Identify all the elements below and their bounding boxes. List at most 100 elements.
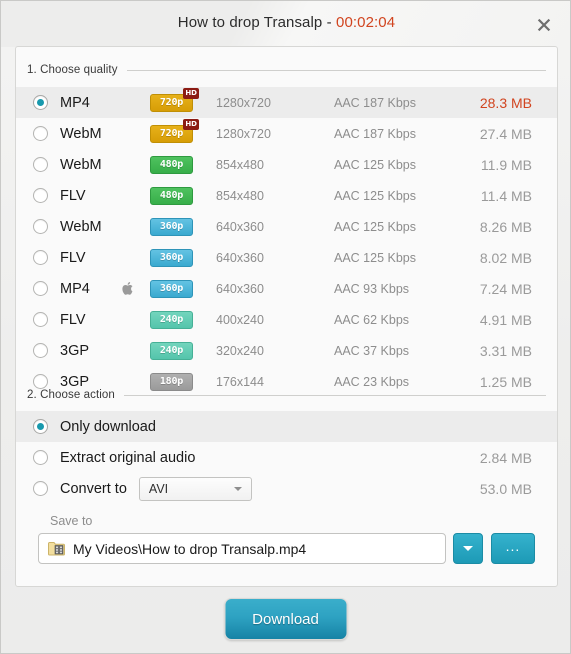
quality-format: 3GP (60, 373, 90, 390)
quality-radio[interactable] (33, 126, 48, 141)
quality-audio: AAC 125 Kbps (334, 157, 416, 172)
quality-format: MP4 (60, 280, 90, 297)
quality-radio[interactable] (33, 374, 48, 389)
quality-format: WebM (60, 156, 102, 173)
quality-list: MP4 720p HD 1280x720 AAC 187 Kbps 28.3 MB WebM… (16, 87, 557, 397)
quality-badge-slot: 480p (150, 186, 216, 205)
action-radio[interactable] (33, 419, 48, 434)
window-title-text: How to drop Transalp - (177, 14, 336, 31)
hd-tag: HD (183, 118, 199, 130)
quality-audio: AAC 125 Kbps (334, 219, 416, 234)
quality-radio[interactable] (33, 219, 48, 234)
quality-badge-label: 360p (159, 251, 184, 263)
quality-radio[interactable] (33, 157, 48, 172)
action-row[interactable]: Extract original audio 2.84 MB (16, 442, 557, 473)
quality-row[interactable]: MP4 360p 640x360 AAC 93 Kbps 7.24 MB (16, 273, 557, 304)
action-label: Convert to (60, 480, 127, 497)
chevron-down-icon (463, 546, 473, 551)
quality-badge: 480p (150, 186, 193, 205)
quality-format: MP4 (60, 94, 90, 111)
quality-radio[interactable] (33, 250, 48, 265)
quality-audio: AAC 187 Kbps (334, 126, 416, 141)
quality-row[interactable]: WebM 360p 640x360 AAC 125 Kbps 8.26 MB (16, 211, 557, 242)
save-path-text: My Videos\How to drop Transalp.mp4 (73, 540, 307, 557)
quality-filesize: 8.02 MB (479, 249, 532, 266)
quality-badge-label: 180p (159, 375, 184, 387)
save-to-row: My Videos\How to drop Transalp.mp4 ... (38, 533, 535, 564)
quality-radio[interactable] (33, 95, 48, 110)
quality-filesize: 1.25 MB (479, 373, 532, 390)
save-path-dropdown-button[interactable] (453, 533, 483, 564)
quality-audio: AAC 37 Kbps (334, 343, 410, 358)
quality-radio[interactable] (33, 343, 48, 358)
close-button[interactable] (532, 13, 556, 37)
apple-compat-slot (122, 281, 150, 296)
quality-row[interactable]: MP4 720p HD 1280x720 AAC 187 Kbps 28.3 MB (16, 87, 557, 118)
browse-button[interactable]: ... (491, 533, 535, 564)
quality-badge-label: 240p (159, 344, 184, 356)
quality-filesize: 4.91 MB (479, 311, 532, 328)
section-divider (123, 394, 546, 396)
quality-resolution: 640x360 (216, 281, 264, 296)
quality-format: WebM (60, 125, 102, 142)
action-label: Extract original audio (60, 449, 196, 466)
quality-format: FLV (60, 311, 86, 328)
quality-resolution: 640x360 (216, 250, 264, 265)
action-list: Only download Extract original audio 2.84 … (16, 411, 557, 504)
video-folder-icon (48, 541, 65, 556)
quality-badge: 240p (150, 310, 193, 329)
quality-badge-label: 360p (159, 282, 184, 294)
convert-format-select[interactable]: AVI (138, 476, 252, 501)
quality-badge-slot: 240p (150, 310, 216, 329)
action-radio[interactable] (33, 481, 48, 496)
quality-filesize: 28.3 MB (479, 94, 532, 111)
quality-audio: AAC 23 Kbps (334, 374, 410, 389)
quality-badge: 720p HD (150, 118, 199, 143)
options-panel: 1. Choose quality MP4 720p HD 1280x720 AAC 1… (15, 46, 558, 587)
quality-badge-slot: 360p (150, 279, 216, 298)
quality-row[interactable]: 3GP 240p 320x240 AAC 37 Kbps 3.31 MB (16, 335, 557, 366)
quality-resolution: 320x240 (216, 343, 264, 358)
action-row[interactable]: Convert to AVI 53.0 MB (16, 473, 557, 504)
action-filesize: 53.0 MB (479, 480, 532, 497)
quality-filesize: 3.31 MB (479, 342, 532, 359)
browse-button-label: ... (505, 537, 521, 554)
quality-badge-label: 480p (159, 189, 184, 201)
quality-format: FLV (60, 187, 86, 204)
download-dialog-window: How to drop Transalp - 00:02:04 1. Choos… (0, 0, 571, 654)
quality-radio[interactable] (33, 188, 48, 203)
quality-filesize: 7.24 MB (479, 280, 532, 297)
quality-audio: AAC 125 Kbps (334, 188, 416, 203)
convert-format-value: AVI (148, 481, 169, 496)
save-path-input[interactable]: My Videos\How to drop Transalp.mp4 (38, 533, 446, 564)
section-divider (126, 69, 546, 71)
quality-filesize: 11.4 MB (480, 187, 532, 204)
download-button[interactable]: Download (224, 598, 347, 640)
quality-resolution: 640x360 (216, 219, 264, 234)
quality-badge: 180p (150, 372, 193, 391)
action-label: Only download (60, 418, 156, 435)
quality-row[interactable]: WebM 720p HD 1280x720 AAC 187 Kbps 27.4 MB (16, 118, 557, 149)
quality-badge-slot: 480p (150, 155, 216, 174)
quality-row[interactable]: FLV 360p 640x360 AAC 125 Kbps 8.02 MB (16, 242, 557, 273)
action-radio[interactable] (33, 450, 48, 465)
chevron-down-icon (233, 486, 242, 491)
action-row[interactable]: Only download (16, 411, 557, 442)
quality-format: 3GP (60, 342, 90, 359)
quality-resolution: 854x480 (216, 157, 264, 172)
quality-row[interactable]: FLV 480p 854x480 AAC 125 Kbps 11.4 MB (16, 180, 557, 211)
quality-badge: 480p (150, 155, 193, 174)
quality-badge-slot: 720p HD (150, 118, 216, 143)
action-section-label: 2. Choose action (27, 389, 115, 401)
action-filesize: 2.84 MB (479, 449, 532, 466)
quality-radio[interactable] (33, 281, 48, 296)
quality-badge: 720p HD (150, 87, 199, 112)
quality-radio[interactable] (33, 312, 48, 327)
quality-row[interactable]: FLV 240p 400x240 AAC 62 Kbps 4.91 MB (16, 304, 557, 335)
quality-badge: 240p (150, 341, 193, 360)
quality-resolution: 854x480 (216, 188, 264, 203)
quality-resolution: 1280x720 (216, 126, 271, 141)
quality-badge-label: 720p (159, 127, 184, 139)
quality-row[interactable]: WebM 480p 854x480 AAC 125 Kbps 11.9 MB (16, 149, 557, 180)
hd-tag: HD (183, 87, 199, 99)
